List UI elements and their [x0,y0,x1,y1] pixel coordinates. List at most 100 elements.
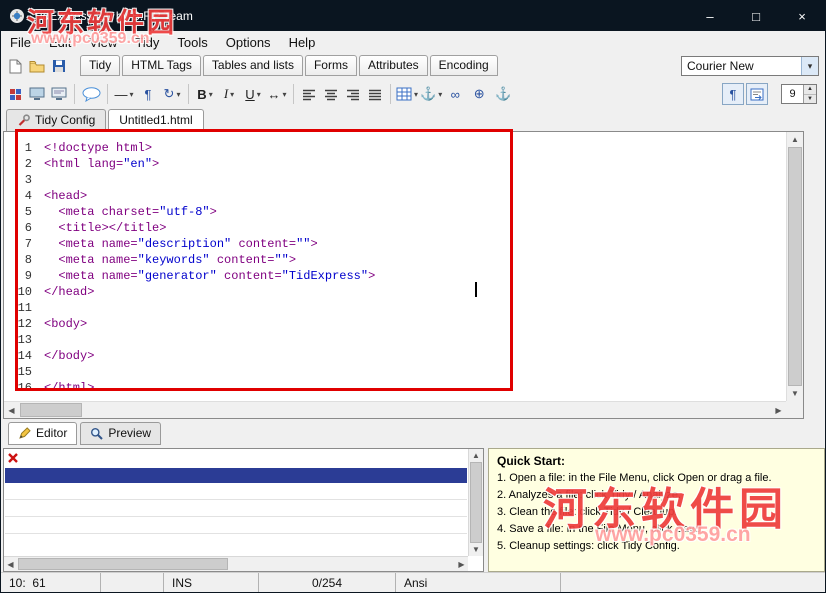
code-line[interactable]: 6 <title></title> [4,220,786,236]
chevron-down-icon[interactable]: ▾ [230,90,234,99]
align-justify-icon[interactable] [365,84,385,104]
insert-anchor-button[interactable]: ⚓ ▾ [420,83,442,105]
chevron-down-icon[interactable]: ▾ [209,90,213,99]
toolbar-separator [188,84,189,104]
toolbar-tab-attributes[interactable]: Attributes [359,55,428,76]
new-file-button[interactable] [5,56,25,76]
scrollbar-thumb[interactable] [18,558,228,570]
message-row[interactable] [5,483,467,500]
code-line[interactable]: 10</head> [4,284,786,300]
menu-file[interactable]: File [1,33,40,52]
scroll-right-button[interactable]: ▶ [771,402,786,418]
code-line[interactable]: 12<body> [4,316,786,332]
code-line[interactable]: 15 [4,364,786,380]
stepper-up-button[interactable]: ▲ [804,85,816,95]
message-row[interactable] [5,517,467,534]
menu-options[interactable]: Options [217,33,280,52]
messages-panel[interactable]: ▲ ▼ ◀ ▶ [3,448,484,572]
minimize-button[interactable]: – [687,1,733,31]
display-icon[interactable] [49,84,69,104]
message-row[interactable] [5,500,467,517]
code-lines[interactable]: 1<!doctype html>2<html lang="en">34<head… [4,132,786,401]
font-family-select[interactable]: Courier New ▾ [681,56,819,76]
scroll-left-button[interactable]: ◀ [4,402,19,418]
comment-icon[interactable] [80,83,102,105]
selected-message-row[interactable] [5,468,467,483]
code-line[interactable]: 16</html> [4,380,786,396]
tab-tidy-config[interactable]: Tidy Config [6,109,106,131]
tab-untitled1[interactable]: Untitled1.html [108,109,203,131]
paragraph-button[interactable]: ¶ [137,83,159,105]
code-line[interactable]: 13 [4,332,786,348]
font-size-stepper[interactable]: 9 ▲ ▼ [781,84,817,104]
align-right-icon[interactable] [343,84,363,104]
globe-icon[interactable]: ⊕ [468,83,490,105]
code-editor[interactable]: 1<!doctype html>2<html lang="en">34<head… [3,131,804,419]
align-left-icon[interactable] [299,84,319,104]
toolbar-tab-forms[interactable]: Forms [305,55,357,76]
show-paragraph-marks-button[interactable]: ¶ [722,83,744,105]
line-number: 12 [4,316,44,332]
messages-horizontal-scrollbar[interactable]: ◀ ▶ [4,556,468,571]
chevron-down-icon[interactable]: ▾ [176,90,180,99]
chevron-down-icon[interactable]: ▾ [257,90,261,99]
open-file-button[interactable] [27,56,47,76]
monitor-icon[interactable] [27,84,47,104]
tab-editor[interactable]: Editor [8,422,77,445]
menu-tidy[interactable]: Tidy [126,33,168,52]
tab-preview[interactable]: Preview [80,422,161,445]
horizontal-rule-button[interactable]: — ▾ [113,83,135,105]
scroll-down-button[interactable]: ▼ [469,543,483,556]
scrollbar-thumb[interactable] [788,147,802,386]
editor-horizontal-scrollbar[interactable]: ◀ ▶ [4,401,786,418]
toolbar-tab-html-tags[interactable]: HTML Tags [122,55,201,76]
toolbar-tab-tidy[interactable]: Tidy [80,55,120,76]
scroll-up-button[interactable]: ▲ [787,132,803,147]
menu-view[interactable]: View [80,33,126,52]
maximize-button[interactable]: □ [733,1,779,31]
chevron-down-icon[interactable]: ▾ [282,90,286,99]
underline-button[interactable]: U ▾ [242,83,264,105]
close-button[interactable]: × [779,1,825,31]
toolbar-tab-encoding[interactable]: Encoding [430,55,498,76]
align-center-icon[interactable] [321,84,341,104]
code-line[interactable]: 5 <meta charset="utf-8"> [4,204,786,220]
code-line[interactable]: 1<!doctype html> [4,140,786,156]
italic-button[interactable]: I ▾ [218,83,240,105]
messages-vertical-scrollbar[interactable]: ▲ ▼ [468,449,483,556]
chevron-down-icon[interactable]: ▾ [801,57,818,75]
named-anchor-button[interactable]: ⚓ [492,83,514,105]
menu-help[interactable]: Help [280,33,325,52]
code-line[interactable]: 3 [4,172,786,188]
scroll-up-button[interactable]: ▲ [469,449,483,462]
code-view-icon[interactable] [5,84,25,104]
resize-button[interactable]: ↔ ▾ [266,83,288,105]
scrollbar-thumb[interactable] [20,403,82,417]
code-line[interactable]: 4<head> [4,188,786,204]
code-line[interactable]: 14</body> [4,348,786,364]
indent-settings-button[interactable] [746,83,768,105]
stepper-down-button[interactable]: ▼ [804,95,816,104]
line-number: 9 [4,268,44,284]
chevron-down-icon[interactable]: ▾ [129,90,133,99]
insert-link-button[interactable]: ∞ [444,83,466,105]
scroll-down-button[interactable]: ▼ [787,386,803,401]
chevron-down-icon[interactable]: ▾ [438,90,442,99]
scroll-left-button[interactable]: ◀ [4,557,17,571]
scroll-right-button[interactable]: ▶ [455,557,468,571]
editor-vertical-scrollbar[interactable]: ▲ ▼ [786,132,803,401]
code-line[interactable]: 7 <meta name="description" content=""> [4,236,786,252]
chevron-down-icon[interactable]: ▾ [414,90,418,99]
menu-edit[interactable]: Edit [40,33,80,52]
bold-button[interactable]: B ▾ [194,83,216,105]
code-line[interactable]: 2<html lang="en"> [4,156,786,172]
code-line[interactable]: 11 [4,300,786,316]
menu-tools[interactable]: Tools [168,33,216,52]
scrollbar-thumb[interactable] [470,462,482,543]
toolbar-tab-tables-lists[interactable]: Tables and lists [203,55,303,76]
code-line[interactable]: 9 <meta name="generator" content="TidExp… [4,268,786,284]
insert-table-button[interactable]: ▾ [396,83,418,105]
code-line[interactable]: 8 <meta name="keywords" content=""> [4,252,786,268]
save-file-button[interactable] [49,56,69,76]
redo-button[interactable]: ↻ ▾ [161,83,183,105]
